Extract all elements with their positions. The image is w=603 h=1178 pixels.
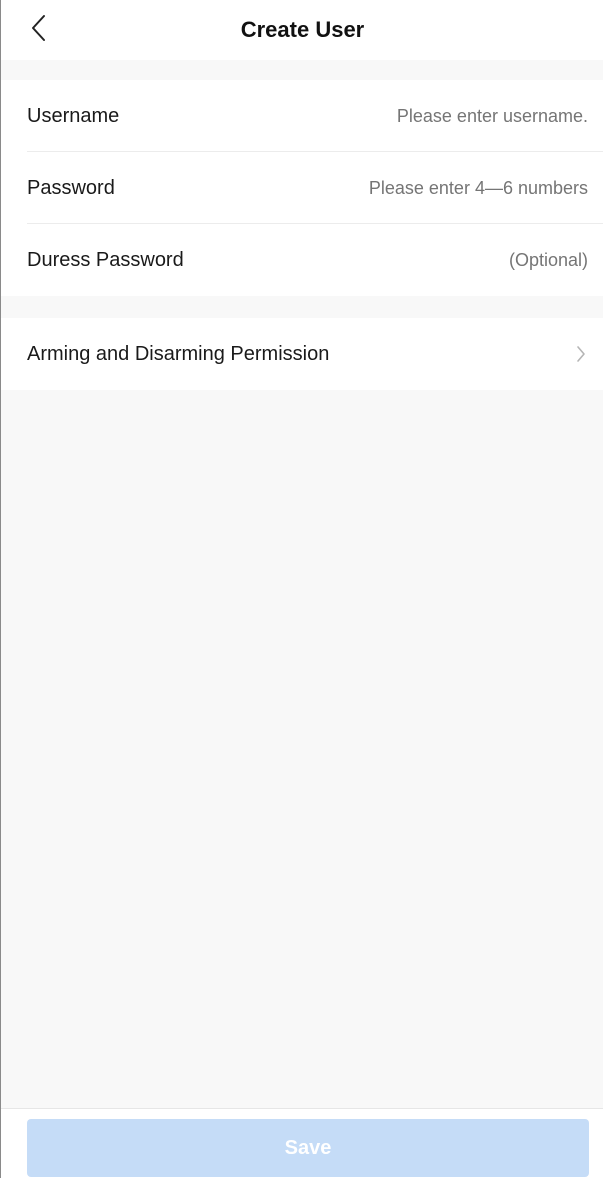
permission-label: Arming and Disarming Permission <box>27 343 330 365</box>
duress-password-label: Duress Password <box>27 249 184 271</box>
chevron-right-icon <box>577 346 585 362</box>
save-button[interactable]: Save <box>27 1119 589 1177</box>
section-spacer <box>1 296 603 318</box>
create-user-screen: Create User Username Password Duress Pas… <box>0 0 603 1178</box>
user-credentials-group: Username Password Duress Password <box>1 80 603 296</box>
section-spacer <box>1 60 603 80</box>
password-input[interactable] <box>258 152 588 224</box>
username-row: Username <box>1 80 603 152</box>
username-input[interactable] <box>258 80 588 152</box>
duress-password-input[interactable] <box>258 224 588 296</box>
arming-disarming-permission-row[interactable]: Arming and Disarming Permission <box>1 318 603 390</box>
duress-password-row: Duress Password <box>1 224 603 296</box>
password-label: Password <box>27 177 115 199</box>
footer-bar: Save <box>1 1108 603 1178</box>
password-row: Password <box>1 152 603 224</box>
nav-header: Create User <box>1 0 603 60</box>
page-title: Create User <box>240 17 365 42</box>
username-label: Username <box>27 105 120 127</box>
